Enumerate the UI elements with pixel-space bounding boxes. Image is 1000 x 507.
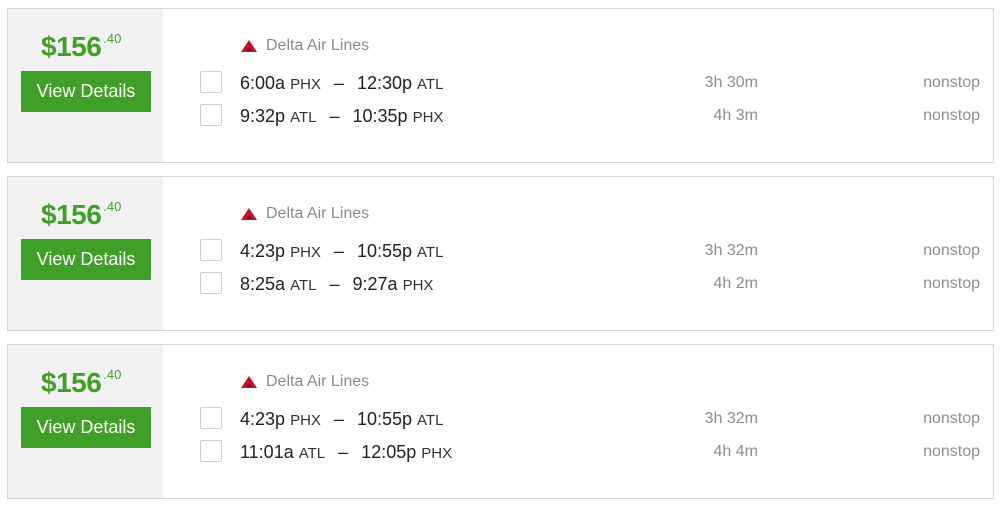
leg-times: 6:00a PHX – 12:30p ATL xyxy=(240,73,443,94)
flight-result-card: $156.40 View Details Delta Air Lines 4:2… xyxy=(7,176,994,331)
leg-times: 11:01a ATL – 12:05p PHX xyxy=(240,442,452,463)
time-separator: – xyxy=(329,274,340,294)
flight-result-card: $156.40 View Details Delta Air Lines 6:0… xyxy=(7,8,994,163)
depart-airport: ATL xyxy=(290,109,317,126)
view-details-button[interactable]: View Details xyxy=(21,239,151,280)
leg-stops: nonstop xyxy=(923,275,980,292)
depart-time: 11:01a xyxy=(240,442,294,462)
arrive-airport: PHX xyxy=(421,445,453,462)
depart-airport: ATL xyxy=(290,277,317,294)
arrive-time: 10:55p xyxy=(356,409,413,429)
time-separator: – xyxy=(333,73,344,93)
price: $156.40 xyxy=(41,367,121,399)
depart-airport: PHX xyxy=(290,244,321,261)
leg-checkbox[interactable] xyxy=(200,71,222,93)
time-separator: – xyxy=(329,106,340,126)
leg-duration: 3h 32m xyxy=(704,410,758,427)
airline-name: Delta Air Lines xyxy=(266,373,370,390)
depart-time: 4:23p xyxy=(240,241,286,261)
arrive-time: 9:27a xyxy=(352,274,398,294)
depart-time: 4:23p xyxy=(240,409,286,429)
leg-stops: nonstop xyxy=(923,74,980,91)
price: $156.40 xyxy=(41,31,121,63)
leg-times: 4:23p PHX – 10:55p ATL xyxy=(240,409,443,430)
delta-logo-icon xyxy=(241,376,257,388)
leg-duration: 4h 2m xyxy=(713,275,758,292)
delta-logo-icon xyxy=(241,208,257,220)
airline: Delta Air Lines xyxy=(241,37,369,55)
flight-leg-return: 11:01a ATL – 12:05p PHX 4h 4m nonstop xyxy=(200,440,980,464)
arrive-time: 10:55p xyxy=(356,241,413,261)
price-dollars: $156 xyxy=(41,367,102,398)
leg-duration: 4h 3m xyxy=(713,107,758,124)
view-details-button[interactable]: View Details xyxy=(21,407,151,448)
price-dollars: $156 xyxy=(41,31,102,62)
time-separator: – xyxy=(333,241,344,261)
leg-stops: nonstop xyxy=(923,107,980,124)
leg-duration: 3h 32m xyxy=(704,242,758,259)
leg-checkbox[interactable] xyxy=(200,272,222,294)
leg-stops: nonstop xyxy=(923,242,980,259)
leg-checkbox[interactable] xyxy=(200,239,222,261)
flight-result-card: $156.40 View Details Delta Air Lines 4:2… xyxy=(7,344,994,499)
price-panel: $156.40 View Details xyxy=(8,345,163,498)
price-panel: $156.40 View Details xyxy=(8,9,163,162)
arrive-airport: ATL xyxy=(417,244,444,261)
leg-duration: 4h 4m xyxy=(713,443,758,460)
leg-checkbox[interactable] xyxy=(200,104,222,126)
flight-leg-outbound: 4:23p PHX – 10:55p ATL 3h 32m nonstop xyxy=(200,407,980,431)
airline-name: Delta Air Lines xyxy=(266,37,370,54)
flight-leg-outbound: 6:00a PHX – 12:30p ATL 3h 30m nonstop xyxy=(200,71,980,95)
arrive-time: 10:35p xyxy=(352,106,408,126)
depart-time: 9:32p xyxy=(240,106,286,126)
leg-times: 9:32p ATL – 10:35p PHX xyxy=(240,106,443,127)
price-cents: .40 xyxy=(103,367,122,382)
leg-stops: nonstop xyxy=(923,443,980,460)
view-details-button[interactable]: View Details xyxy=(21,71,151,112)
depart-time: 6:00a xyxy=(240,73,286,93)
flight-leg-outbound: 4:23p PHX – 10:55p ATL 3h 32m nonstop xyxy=(200,239,980,263)
airline: Delta Air Lines xyxy=(241,373,369,391)
price-dollars: $156 xyxy=(41,199,102,230)
leg-checkbox[interactable] xyxy=(200,407,222,429)
delta-logo-icon xyxy=(241,40,257,52)
arrive-airport: PHX xyxy=(402,277,434,294)
airline: Delta Air Lines xyxy=(241,205,369,223)
price-cents: .40 xyxy=(103,199,122,214)
leg-checkbox[interactable] xyxy=(200,440,222,462)
depart-airport: ATL xyxy=(298,445,326,462)
price: $156.40 xyxy=(41,199,121,231)
price-cents: .40 xyxy=(103,31,122,46)
depart-time: 8:25a xyxy=(240,274,286,294)
time-separator: – xyxy=(338,442,349,462)
arrive-time: 12:30p xyxy=(356,73,413,93)
arrive-airport: ATL xyxy=(417,412,444,429)
flight-leg-return: 9:32p ATL – 10:35p PHX 4h 3m nonstop xyxy=(200,104,980,128)
arrive-airport: PHX xyxy=(412,109,444,126)
leg-stops: nonstop xyxy=(923,410,980,427)
airline-name: Delta Air Lines xyxy=(266,205,370,222)
price-panel: $156.40 View Details xyxy=(8,177,163,330)
leg-times: 8:25a ATL – 9:27a PHX xyxy=(240,274,433,295)
time-separator: – xyxy=(333,409,344,429)
depart-airport: PHX xyxy=(290,76,321,93)
flight-leg-return: 8:25a ATL – 9:27a PHX 4h 2m nonstop xyxy=(200,272,980,296)
arrive-time: 12:05p xyxy=(361,442,417,462)
leg-times: 4:23p PHX – 10:55p ATL xyxy=(240,241,443,262)
arrive-airport: ATL xyxy=(417,76,444,93)
leg-duration: 3h 30m xyxy=(704,74,758,91)
depart-airport: PHX xyxy=(290,412,321,429)
flight-results-list: $156.40 View Details Delta Air Lines 6:0… xyxy=(0,0,1000,507)
